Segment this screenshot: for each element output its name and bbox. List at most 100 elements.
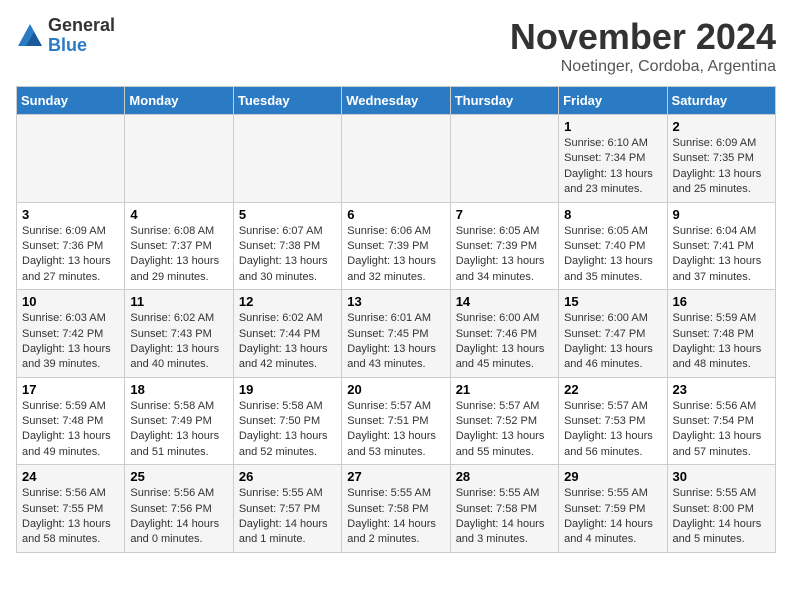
cell-info: Sunrise: 5:55 AM Sunset: 7:58 PM Dayligh… [456, 486, 553, 548]
day-number: 26 [239, 469, 336, 484]
calendar-cell: 2 Sunrise: 6:09 AM Sunset: 7:35 PM Daylig… [667, 115, 775, 203]
title-area: November 2024 Noetinger, Cordoba, Argent… [510, 16, 776, 76]
calendar-cell [17, 115, 125, 203]
day-number: 29 [564, 469, 661, 484]
calendar-cell: 18 Sunrise: 5:58 AM Sunset: 7:49 PM Dayli… [125, 377, 233, 465]
calendar-week-3: 10 Sunrise: 6:03 AM Sunset: 7:42 PM Dayli… [17, 290, 776, 378]
calendar-cell: 5 Sunrise: 6:07 AM Sunset: 7:38 PM Daylig… [233, 202, 341, 290]
calendar-cell [450, 115, 558, 203]
day-number: 30 [673, 469, 770, 484]
day-number: 10 [22, 294, 119, 309]
day-number: 18 [130, 382, 227, 397]
day-number: 25 [130, 469, 227, 484]
day-number: 28 [456, 469, 553, 484]
day-number: 23 [673, 382, 770, 397]
day-number: 7 [456, 207, 553, 222]
calendar-cell: 7Sunrise: 6:05 AM Sunset: 7:39 PM Daylig… [450, 202, 558, 290]
weekday-header-thursday: Thursday [450, 87, 558, 115]
weekday-row: SundayMondayTuesdayWednesdayThursdayFrid… [17, 87, 776, 115]
calendar-cell: 27 Sunrise: 5:55 AM Sunset: 7:58 PM Dayli… [342, 465, 450, 553]
cell-info: Sunrise: 6:02 AM Sunset: 7:44 PM Dayligh… [239, 311, 336, 373]
day-number: 17 [22, 382, 119, 397]
calendar-cell: 12 Sunrise: 6:02 AM Sunset: 7:44 PM Dayli… [233, 290, 341, 378]
day-number: 6 [347, 207, 444, 222]
day-number: 16 [673, 294, 770, 309]
cell-info: Sunrise: 5:55 AM Sunset: 7:57 PM Dayligh… [239, 486, 336, 548]
logo-line2: Blue [48, 36, 115, 56]
cell-info: Sunrise: 6:00 AM Sunset: 7:46 PM Dayligh… [456, 311, 553, 373]
day-number: 22 [564, 382, 661, 397]
day-number: 11 [130, 294, 227, 309]
cell-info: Sunrise: 5:55 AM Sunset: 7:58 PM Dayligh… [347, 486, 444, 548]
calendar-week-2: 3Sunrise: 6:09 AM Sunset: 7:36 PM Daylig… [17, 202, 776, 290]
month-title: November 2024 [510, 16, 776, 58]
cell-info: Sunrise: 5:55 AM Sunset: 8:00 PM Dayligh… [673, 486, 770, 548]
day-number: 5 [239, 207, 336, 222]
calendar-cell: 3Sunrise: 6:09 AM Sunset: 7:36 PM Daylig… [17, 202, 125, 290]
calendar-cell: 28 Sunrise: 5:55 AM Sunset: 7:58 PM Dayli… [450, 465, 558, 553]
calendar-table: SundayMondayTuesdayWednesdayThursdayFrid… [16, 86, 776, 553]
calendar-week-4: 17 Sunrise: 5:59 AM Sunset: 7:48 PM Dayli… [17, 377, 776, 465]
weekday-header-friday: Friday [559, 87, 667, 115]
weekday-header-tuesday: Tuesday [233, 87, 341, 115]
cell-info: Sunrise: 5:58 AM Sunset: 7:49 PM Dayligh… [130, 399, 227, 461]
day-number: 8 [564, 207, 661, 222]
calendar-cell: 21Sunrise: 5:57 AM Sunset: 7:52 PM Dayli… [450, 377, 558, 465]
calendar-week-1: 1Sunrise: 6:10 AM Sunset: 7:34 PM Daylig… [17, 115, 776, 203]
cell-info: Sunrise: 5:59 AM Sunset: 7:48 PM Dayligh… [22, 399, 119, 461]
logo-line1: General [48, 16, 115, 36]
cell-info: Sunrise: 6:09 AM Sunset: 7:36 PM Dayligh… [22, 224, 119, 286]
day-number: 24 [22, 469, 119, 484]
weekday-header-wednesday: Wednesday [342, 87, 450, 115]
calendar-cell: 24Sunrise: 5:56 AM Sunset: 7:55 PM Dayli… [17, 465, 125, 553]
cell-info: Sunrise: 5:57 AM Sunset: 7:53 PM Dayligh… [564, 399, 661, 461]
cell-info: Sunrise: 6:08 AM Sunset: 7:37 PM Dayligh… [130, 224, 227, 286]
calendar-cell: 4 Sunrise: 6:08 AM Sunset: 7:37 PM Daylig… [125, 202, 233, 290]
calendar-cell: 13 Sunrise: 6:01 AM Sunset: 7:45 PM Dayli… [342, 290, 450, 378]
cell-info: Sunrise: 5:58 AM Sunset: 7:50 PM Dayligh… [239, 399, 336, 461]
cell-info: Sunrise: 6:09 AM Sunset: 7:35 PM Dayligh… [673, 136, 770, 198]
calendar-cell: 15 Sunrise: 6:00 AM Sunset: 7:47 PM Dayli… [559, 290, 667, 378]
calendar-cell: 26 Sunrise: 5:55 AM Sunset: 7:57 PM Dayli… [233, 465, 341, 553]
calendar-cell [233, 115, 341, 203]
logo-icon [16, 22, 44, 50]
calendar-cell [125, 115, 233, 203]
cell-info: Sunrise: 5:56 AM Sunset: 7:56 PM Dayligh… [130, 486, 227, 548]
calendar-cell: 14Sunrise: 6:00 AM Sunset: 7:46 PM Dayli… [450, 290, 558, 378]
page-header: General Blue November 2024 Noetinger, Co… [16, 16, 776, 76]
cell-info: Sunrise: 6:07 AM Sunset: 7:38 PM Dayligh… [239, 224, 336, 286]
cell-info: Sunrise: 5:57 AM Sunset: 7:51 PM Dayligh… [347, 399, 444, 461]
cell-info: Sunrise: 5:56 AM Sunset: 7:54 PM Dayligh… [673, 399, 770, 461]
calendar-cell: 8Sunrise: 6:05 AM Sunset: 7:40 PM Daylig… [559, 202, 667, 290]
cell-info: Sunrise: 6:03 AM Sunset: 7:42 PM Dayligh… [22, 311, 119, 373]
cell-info: Sunrise: 6:00 AM Sunset: 7:47 PM Dayligh… [564, 311, 661, 373]
calendar-cell: 25 Sunrise: 5:56 AM Sunset: 7:56 PM Dayli… [125, 465, 233, 553]
calendar-cell: 29 Sunrise: 5:55 AM Sunset: 7:59 PM Dayli… [559, 465, 667, 553]
calendar-header: SundayMondayTuesdayWednesdayThursdayFrid… [17, 87, 776, 115]
cell-info: Sunrise: 6:01 AM Sunset: 7:45 PM Dayligh… [347, 311, 444, 373]
cell-info: Sunrise: 5:55 AM Sunset: 7:59 PM Dayligh… [564, 486, 661, 548]
weekday-header-saturday: Saturday [667, 87, 775, 115]
calendar-cell: 6Sunrise: 6:06 AM Sunset: 7:39 PM Daylig… [342, 202, 450, 290]
calendar-cell: 22 Sunrise: 5:57 AM Sunset: 7:53 PM Dayli… [559, 377, 667, 465]
day-number: 19 [239, 382, 336, 397]
calendar-cell [342, 115, 450, 203]
calendar-cell: 23 Sunrise: 5:56 AM Sunset: 7:54 PM Dayli… [667, 377, 775, 465]
cell-info: Sunrise: 5:57 AM Sunset: 7:52 PM Dayligh… [456, 399, 553, 461]
calendar-cell: 30 Sunrise: 5:55 AM Sunset: 8:00 PM Dayli… [667, 465, 775, 553]
weekday-header-monday: Monday [125, 87, 233, 115]
day-number: 27 [347, 469, 444, 484]
day-number: 12 [239, 294, 336, 309]
calendar-cell: 1Sunrise: 6:10 AM Sunset: 7:34 PM Daylig… [559, 115, 667, 203]
day-number: 15 [564, 294, 661, 309]
day-number: 13 [347, 294, 444, 309]
calendar-cell: 19 Sunrise: 5:58 AM Sunset: 7:50 PM Dayli… [233, 377, 341, 465]
weekday-header-sunday: Sunday [17, 87, 125, 115]
day-number: 2 [673, 119, 770, 134]
day-number: 4 [130, 207, 227, 222]
calendar-week-5: 24Sunrise: 5:56 AM Sunset: 7:55 PM Dayli… [17, 465, 776, 553]
logo-text: General Blue [48, 16, 115, 56]
cell-info: Sunrise: 6:04 AM Sunset: 7:41 PM Dayligh… [673, 224, 770, 286]
calendar-cell: 20Sunrise: 5:57 AM Sunset: 7:51 PM Dayli… [342, 377, 450, 465]
cell-info: Sunrise: 5:59 AM Sunset: 7:48 PM Dayligh… [673, 311, 770, 373]
